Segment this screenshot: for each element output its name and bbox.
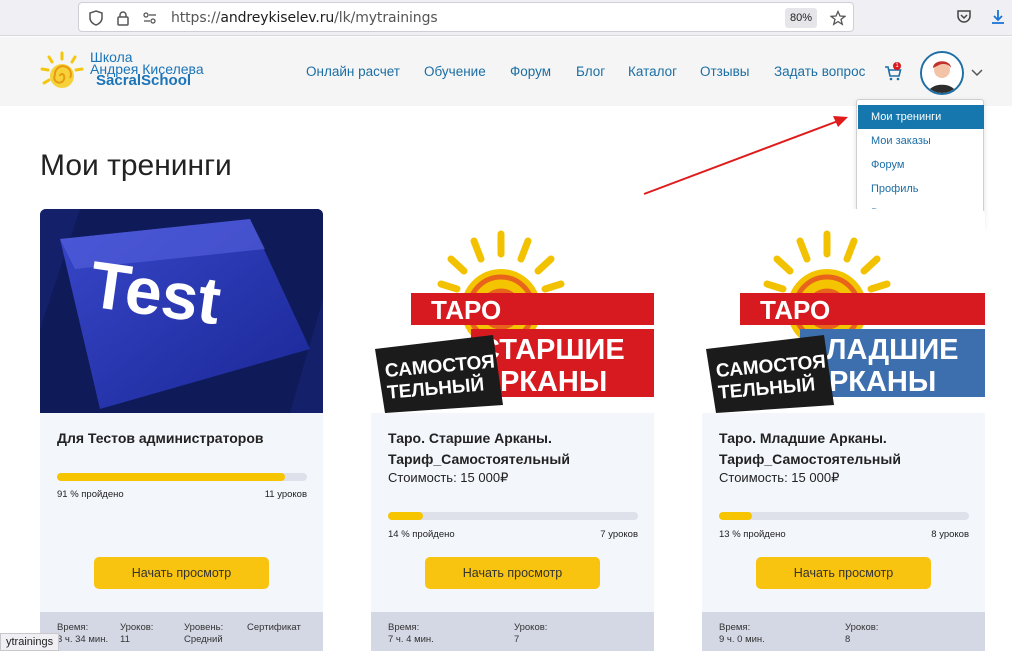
url-text[interactable]: https://andreykiselev.ru/lk/mytrainings xyxy=(171,10,438,26)
lessons-count: 11 уроков xyxy=(264,489,307,500)
cart-badge: 1 xyxy=(893,62,901,70)
card-title: Для Тестов администраторов xyxy=(57,430,264,446)
nav-forum[interactable]: Форум xyxy=(510,64,551,79)
card-title: Таро. Старшие Арканы. Тариф_Самостоятель… xyxy=(388,430,570,467)
training-image: ТАРО СТАРШИЕ АРКАНЫ САМОСТОЯ ТЕЛЬНЫЙ xyxy=(371,209,654,413)
page-title: Мои тренинги xyxy=(40,149,232,182)
url-path: /lk/mytrainings xyxy=(334,10,438,26)
menu-forum[interactable]: Форум xyxy=(858,153,984,177)
start-viewing-button[interactable]: Начать просмотр xyxy=(94,557,269,589)
taro-minor-image: ТАРО МЛАДШИЕ АРКАНЫ САМОСТОЯ ТЕЛЬНЫЙ xyxy=(702,209,985,413)
menu-my-orders[interactable]: Мои заказы xyxy=(858,129,984,153)
progress-fill xyxy=(388,512,423,520)
chevron-down-icon[interactable] xyxy=(970,67,984,77)
nav-catalog[interactable]: Каталог xyxy=(628,64,677,79)
time-value: 7 ч. 4 мин. xyxy=(388,634,434,645)
shield-icon[interactable] xyxy=(88,10,104,26)
training-image: ТАРО МЛАДШИЕ АРКАНЫ САМОСТОЯ ТЕЛЬНЫЙ xyxy=(702,209,985,413)
progress-bar xyxy=(388,512,638,520)
card-title: Таро. Младшие Арканы. Тариф_Самостоятель… xyxy=(719,430,901,467)
time-label: Время: xyxy=(388,622,420,633)
lessons-count: 8 уроков xyxy=(931,529,969,540)
lessons-value: 7 xyxy=(514,634,520,645)
progress-fill xyxy=(57,473,285,481)
progress-bar xyxy=(57,473,307,481)
url-prefix: https:// xyxy=(171,10,221,26)
training-card[interactable]: ТАРО СТАРШИЕ АРКАНЫ САМОСТОЯ ТЕЛЬНЫЙ Тар… xyxy=(371,209,654,651)
start-viewing-button[interactable]: Начать просмотр xyxy=(425,557,600,589)
pocket-icon[interactable] xyxy=(955,8,973,26)
lessons-label: Уроков: xyxy=(120,622,154,633)
logo-text: Школа Андрея Киселева SacralSchool xyxy=(90,50,204,89)
image-line1: СТАРШИЕ xyxy=(479,334,625,366)
browser-toolbar: https://andreykiselev.ru/lk/mytrainings … xyxy=(0,0,1012,36)
menu-profile[interactable]: Профиль xyxy=(858,177,984,201)
level-value: Средний xyxy=(184,634,223,645)
start-viewing-button[interactable]: Начать просмотр xyxy=(756,557,931,589)
certificate-label: Сертификат xyxy=(247,622,301,633)
nav-reviews[interactable]: Отзывы xyxy=(700,64,749,79)
training-card[interactable]: Test Для Тестов администраторов 91 % про… xyxy=(40,209,323,651)
training-image: Test xyxy=(40,209,323,413)
taro-major-image: ТАРО СТАРШИЕ АРКАНЫ САМОСТОЯ ТЕЛЬНЫЙ xyxy=(371,209,654,413)
card-footer: Время: 9 ч. 0 мин. Уроков: 8 xyxy=(702,612,985,651)
nav-blog[interactable]: Блог xyxy=(576,64,605,79)
lessons-count: 7 уроков xyxy=(600,529,638,540)
progress-label: 13 % пройдено xyxy=(719,529,786,540)
status-bar: ytrainings xyxy=(0,633,60,651)
zoom-indicator[interactable]: 80% xyxy=(785,8,817,28)
cart-button[interactable]: 1 xyxy=(884,62,902,86)
image-taro-text: ТАРО xyxy=(760,295,830,325)
nav-ask-question[interactable]: Задать вопрос xyxy=(774,64,865,79)
lessons-value: 11 xyxy=(120,634,130,645)
site-logo[interactable]: Школа Андрея Киселева SacralSchool xyxy=(40,50,210,95)
menu-my-trainings[interactable]: Мои тренинги xyxy=(858,105,984,129)
permissions-icon[interactable] xyxy=(142,10,158,26)
bookmark-star-icon[interactable] xyxy=(830,10,846,26)
lessons-label: Уроков: xyxy=(845,622,879,633)
user-avatar[interactable] xyxy=(920,51,964,95)
site-header: Школа Андрея Киселева SacralSchool Онлай… xyxy=(0,37,1012,106)
card-footer: Время: 7 ч. 4 мин. Уроков: 7 xyxy=(371,612,654,651)
address-bar[interactable]: https://andreykiselev.ru/lk/mytrainings … xyxy=(78,2,854,32)
image-taro-text: ТАРО xyxy=(431,295,501,325)
card-price: Стоимость: 15 000₽ xyxy=(388,470,509,485)
progress-bar xyxy=(719,512,969,520)
avatar-icon xyxy=(922,53,962,93)
time-label: Время: xyxy=(57,622,89,633)
card-price: Стоимость: 15 000₽ xyxy=(719,470,840,485)
lessons-value: 8 xyxy=(845,634,851,645)
sun-logo-icon xyxy=(40,51,84,88)
training-card[interactable]: ТАРО МЛАДШИЕ АРКАНЫ САМОСТОЯ ТЕЛЬНЫЙ Тар… xyxy=(702,209,985,651)
test-key-image: Test xyxy=(40,209,323,413)
time-label: Время: xyxy=(719,622,751,633)
progress-label: 91 % пройдено xyxy=(57,489,124,500)
lock-icon[interactable] xyxy=(115,10,131,26)
time-value: 9 ч. 0 мин. xyxy=(719,634,765,645)
lessons-label: Уроков: xyxy=(514,622,548,633)
time-value: 3 ч. 34 мин. xyxy=(57,634,109,645)
url-host: andreykiselev.ru xyxy=(220,10,335,26)
level-label: Уровень: xyxy=(184,622,224,633)
card-footer: Время: 3 ч. 34 мин. Уроков: 11 Уровень: Сре… xyxy=(40,612,323,651)
nav-obuchenie[interactable]: Обучение xyxy=(424,64,486,79)
progress-fill xyxy=(719,512,752,520)
nav-online-raschet[interactable]: Онлайн расчет xyxy=(306,64,400,79)
download-icon[interactable] xyxy=(989,8,1007,26)
logo-line3: SacralSchool xyxy=(96,72,192,89)
progress-label: 14 % пройдено xyxy=(388,529,455,540)
